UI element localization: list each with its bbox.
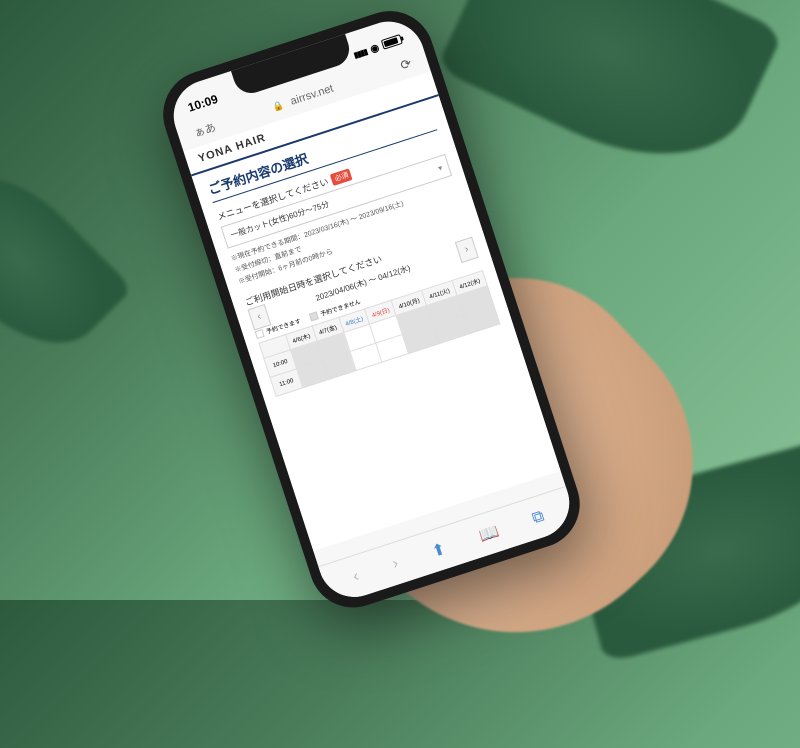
page-content: YONA HAIR ご予約内容の選択 メニューを選択してください 必須 一般カッ… (184, 71, 561, 551)
forward-icon[interactable]: › (390, 554, 401, 573)
battery-icon (381, 34, 403, 50)
refresh-icon[interactable]: ⟳ (398, 55, 413, 74)
required-badge: 必須 (330, 168, 353, 186)
legend-available-box (254, 329, 264, 339)
legend-unavailable-box (309, 311, 319, 321)
share-icon[interactable]: ⬆ (429, 538, 448, 561)
back-icon[interactable]: ‹ (351, 567, 362, 586)
status-time: 10:09 (186, 92, 220, 115)
tabs-icon[interactable]: ⧉ (530, 507, 546, 528)
signal-icon (351, 43, 368, 61)
wifi-icon (368, 40, 381, 56)
lock-icon: 🔒 (271, 99, 285, 113)
bookmarks-icon[interactable]: 📖 (476, 521, 501, 546)
text-size-control[interactable]: ぁあ (192, 119, 218, 141)
